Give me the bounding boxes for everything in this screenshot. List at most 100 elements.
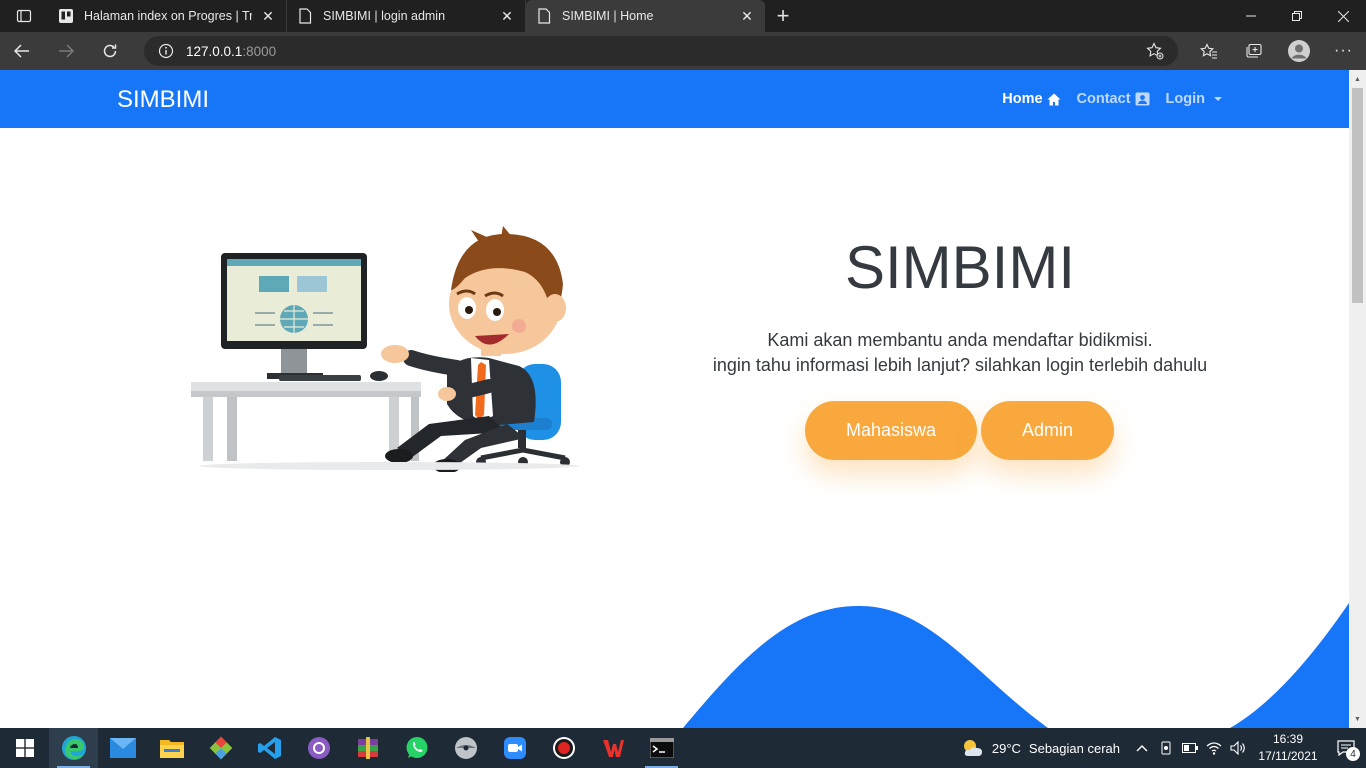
back-button[interactable] — [0, 32, 44, 70]
page-viewport: SIMBIMI Home Contact Login SIMBIMI Kami … — [0, 70, 1349, 728]
taskbar-wps-office[interactable] — [588, 728, 637, 768]
nav-links: Home Contact Login — [1002, 70, 1224, 128]
minimize-button[interactable] — [1228, 0, 1274, 32]
new-tab-button[interactable]: + — [765, 0, 801, 32]
close-tab-icon[interactable]: ✕ — [260, 8, 276, 24]
mail-icon — [109, 738, 136, 758]
taskbar-file-explorer[interactable] — [147, 728, 196, 768]
weather-temp: 29°C — [991, 740, 1021, 756]
arrow-right-icon — [59, 44, 74, 58]
page-scrollbar[interactable]: ▲ ▼ — [1349, 70, 1366, 728]
tab-title: SIMBIMI | Home — [562, 9, 654, 23]
page-favicon-icon — [297, 8, 313, 24]
taskbar-disc-burner[interactable] — [441, 728, 490, 768]
browser-tab-login-admin[interactable]: SIMBIMI | login admin ✕ — [287, 0, 526, 32]
scroll-down-arrow-icon[interactable]: ▼ — [1349, 712, 1366, 726]
screen-recorder-icon — [552, 737, 575, 759]
battery-button[interactable] — [1178, 728, 1202, 768]
action-center-button[interactable]: 4 — [1326, 728, 1366, 768]
scroll-up-arrow-icon[interactable]: ▲ — [1349, 72, 1366, 86]
scrollbar-thumb[interactable] — [1352, 88, 1363, 303]
partly-sunny-icon — [963, 740, 982, 756]
tab-title: SIMBIMI | login admin — [323, 9, 446, 23]
nav-link-label: Contact — [1076, 91, 1131, 107]
refresh-icon — [103, 44, 117, 58]
taskbar-mail[interactable] — [98, 728, 147, 768]
taskbar-edge[interactable] — [49, 728, 98, 768]
close-window-button[interactable] — [1320, 0, 1366, 32]
taskbar-screen-recorder[interactable] — [539, 728, 588, 768]
more-dots-icon: ··· — [1334, 42, 1353, 59]
url-host: 127.0.0.1 — [186, 43, 243, 59]
collections-icon — [1245, 43, 1262, 58]
page-favicon-icon — [536, 8, 552, 24]
browser-tools: ··· — [1186, 32, 1366, 70]
browser-tab-bar: Halaman index on Progres | Trello ✕ SIMB… — [0, 0, 1366, 32]
nav-login-dropdown[interactable]: Login — [1166, 91, 1224, 107]
browser-tab-home[interactable]: SIMBIMI | Home ✕ — [526, 0, 765, 32]
site-info-icon[interactable] — [158, 43, 174, 59]
favorites-button[interactable] — [1186, 32, 1231, 70]
avatar-icon — [1287, 40, 1310, 62]
taskbar-zoom[interactable] — [490, 728, 539, 768]
taskbar-github-desktop[interactable] — [294, 728, 343, 768]
tray-app-icon — [1161, 741, 1171, 755]
add-favorite-icon[interactable] — [1146, 42, 1164, 60]
show-hidden-icons-button[interactable] — [1130, 728, 1154, 768]
tab-actions-icon — [16, 9, 32, 23]
nav-link-label: Home — [1002, 91, 1043, 107]
arrow-left-icon — [14, 44, 29, 58]
windows-start-icon — [15, 739, 34, 757]
home-icon — [1047, 93, 1061, 105]
mahasiswa-button[interactable]: Mahasiswa — [805, 401, 977, 460]
taskbar-winrar[interactable] — [343, 728, 392, 768]
plus-icon: + — [776, 3, 790, 28]
businessman-at-computer-illustration — [189, 226, 591, 472]
close-tab-icon[interactable]: ✕ — [739, 8, 755, 24]
zoom-icon — [503, 737, 526, 759]
chevron-up-icon — [1136, 745, 1148, 752]
collections-button[interactable] — [1231, 32, 1276, 70]
tab-actions-button[interactable] — [0, 0, 48, 32]
nav-home-link[interactable]: Home — [1002, 91, 1061, 107]
top-navbar: SIMBIMI Home Contact Login — [0, 70, 1349, 128]
weather-description: Sebagian cerah — [1028, 740, 1120, 756]
taskbar-git[interactable] — [196, 728, 245, 768]
url-port: :8000 — [242, 43, 277, 59]
tray-app-button[interactable] — [1154, 728, 1178, 768]
admin-button[interactable]: Admin — [981, 401, 1114, 460]
taskbar-whatsapp[interactable] — [392, 728, 441, 768]
clock-date: 17/11/2021 — [1258, 749, 1318, 763]
network-button[interactable] — [1202, 728, 1226, 768]
wps-office-icon — [602, 740, 624, 757]
close-icon — [1337, 10, 1349, 22]
terminal-icon — [649, 738, 674, 758]
nav-link-label: Login — [1165, 91, 1205, 107]
restore-button[interactable] — [1274, 0, 1320, 32]
hero-line-2: ingin tahu informasi lebih lanjut? silah… — [712, 355, 1208, 375]
taskbar-terminal[interactable] — [637, 728, 686, 768]
settings-more-button[interactable]: ··· — [1321, 32, 1366, 70]
nav-contact-link[interactable]: Contact — [1077, 91, 1150, 107]
profile-button[interactable] — [1276, 32, 1321, 70]
github-desktop-icon — [307, 737, 330, 759]
taskbar-vscode[interactable] — [245, 728, 294, 768]
close-tab-icon[interactable]: ✕ — [499, 8, 515, 24]
speaker-icon — [1230, 741, 1245, 755]
contact-card-icon — [1135, 92, 1150, 106]
taskbar-clock[interactable]: 16:39 17/11/2021 — [1250, 731, 1326, 765]
notification-count-badge: 4 — [1346, 747, 1360, 761]
address-bar[interactable]: 127.0.0.1:8000 — [144, 36, 1178, 66]
forward-button[interactable] — [44, 32, 88, 70]
weather-widget[interactable]: 29°C Sebagian cerah — [962, 738, 1120, 758]
refresh-button[interactable] — [88, 32, 132, 70]
start-button[interactable] — [0, 728, 49, 768]
wifi-icon — [1206, 742, 1222, 755]
hero-title: SIMBIMI — [844, 234, 1075, 301]
volume-button[interactable] — [1226, 728, 1250, 768]
browser-tab-trello[interactable]: Halaman index on Progres | Trello ✕ — [48, 0, 287, 32]
file-explorer-icon — [159, 740, 184, 758]
brand-logo[interactable]: SIMBIMI — [117, 86, 209, 114]
git-icon — [209, 736, 232, 760]
browser-toolbar: 127.0.0.1:8000 ··· — [0, 32, 1366, 70]
